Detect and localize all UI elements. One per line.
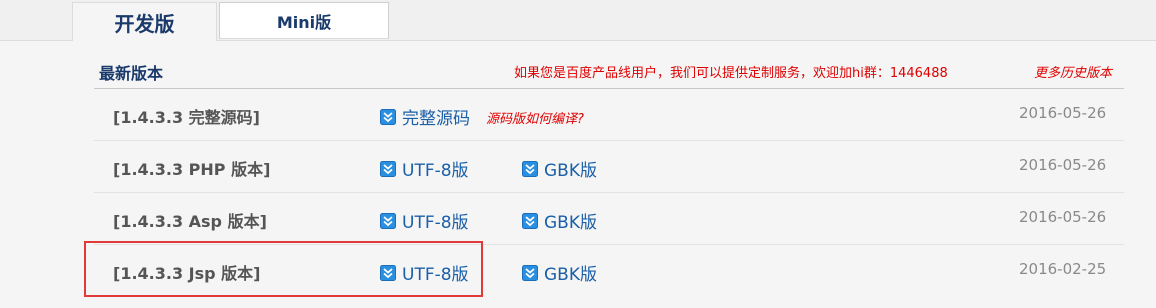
download-arrow-icon <box>522 264 538 281</box>
download-gbk-link[interactable]: GBK版 <box>522 260 597 285</box>
release-date: 2016-05-26 <box>1019 104 1107 122</box>
version-row-source: [1.4.3.3 完整源码] 完整源码 源码版如何编译? 2016-05-26 <box>0 89 1156 141</box>
tab-mini[interactable]: Mini版 <box>219 2 389 39</box>
history-versions-link[interactable]: 更多历史版本 <box>1034 62 1112 81</box>
download-gbk-label: GBK版 <box>544 265 597 285</box>
version-name: [1.4.3.3 PHP 版本] <box>113 160 271 179</box>
download-utf8-link[interactable]: UTF-8版 <box>380 208 469 233</box>
download-arrow-icon <box>380 160 396 177</box>
download-arrow-icon <box>522 212 538 229</box>
version-name: [1.4.3.3 完整源码] <box>113 108 260 127</box>
download-gbk-link[interactable]: GBK版 <box>522 208 597 233</box>
download-arrow-icon <box>380 108 396 125</box>
tab-dev-label: 开发版 <box>114 11 175 36</box>
download-source-label: 完整源码 <box>402 109 470 129</box>
tab-bar: 开发版 Mini版 <box>0 0 1156 41</box>
download-arrow-icon <box>522 160 538 177</box>
version-row-asp: [1.4.3.3 Asp 版本] UTF-8版 GBK版 2016-05-26 <box>0 193 1156 245</box>
tab-dev[interactable]: 开发版 <box>72 2 217 41</box>
version-row-php: [1.4.3.3 PHP 版本] UTF-8版 GBK版 2016-05-26 <box>0 141 1156 193</box>
download-gbk-link[interactable]: GBK版 <box>522 156 597 181</box>
download-source-link[interactable]: 完整源码 <box>380 104 470 129</box>
section-title: 最新版本 <box>99 64 164 83</box>
annotation-highlight-box <box>84 241 483 297</box>
download-utf8-label: UTF-8版 <box>402 213 469 233</box>
version-name: [1.4.3.3 Asp 版本] <box>113 212 267 231</box>
compile-howto-link[interactable]: 源码版如何编译? <box>486 108 584 127</box>
download-utf8-link[interactable]: UTF-8版 <box>380 156 469 181</box>
download-utf8-label: UTF-8版 <box>402 161 469 181</box>
release-date: 2016-05-26 <box>1019 208 1107 226</box>
custom-service-notice: 如果您是百度产品线用户，我们可以提供定制服务，欢迎加hi群：1446488 <box>514 66 948 81</box>
release-date: 2016-05-26 <box>1019 156 1107 174</box>
tab-mini-label: Mini版 <box>276 12 332 32</box>
download-gbk-label: GBK版 <box>544 161 597 181</box>
download-gbk-label: GBK版 <box>544 213 597 233</box>
release-date: 2016-02-25 <box>1019 260 1107 278</box>
download-arrow-icon <box>380 212 396 229</box>
